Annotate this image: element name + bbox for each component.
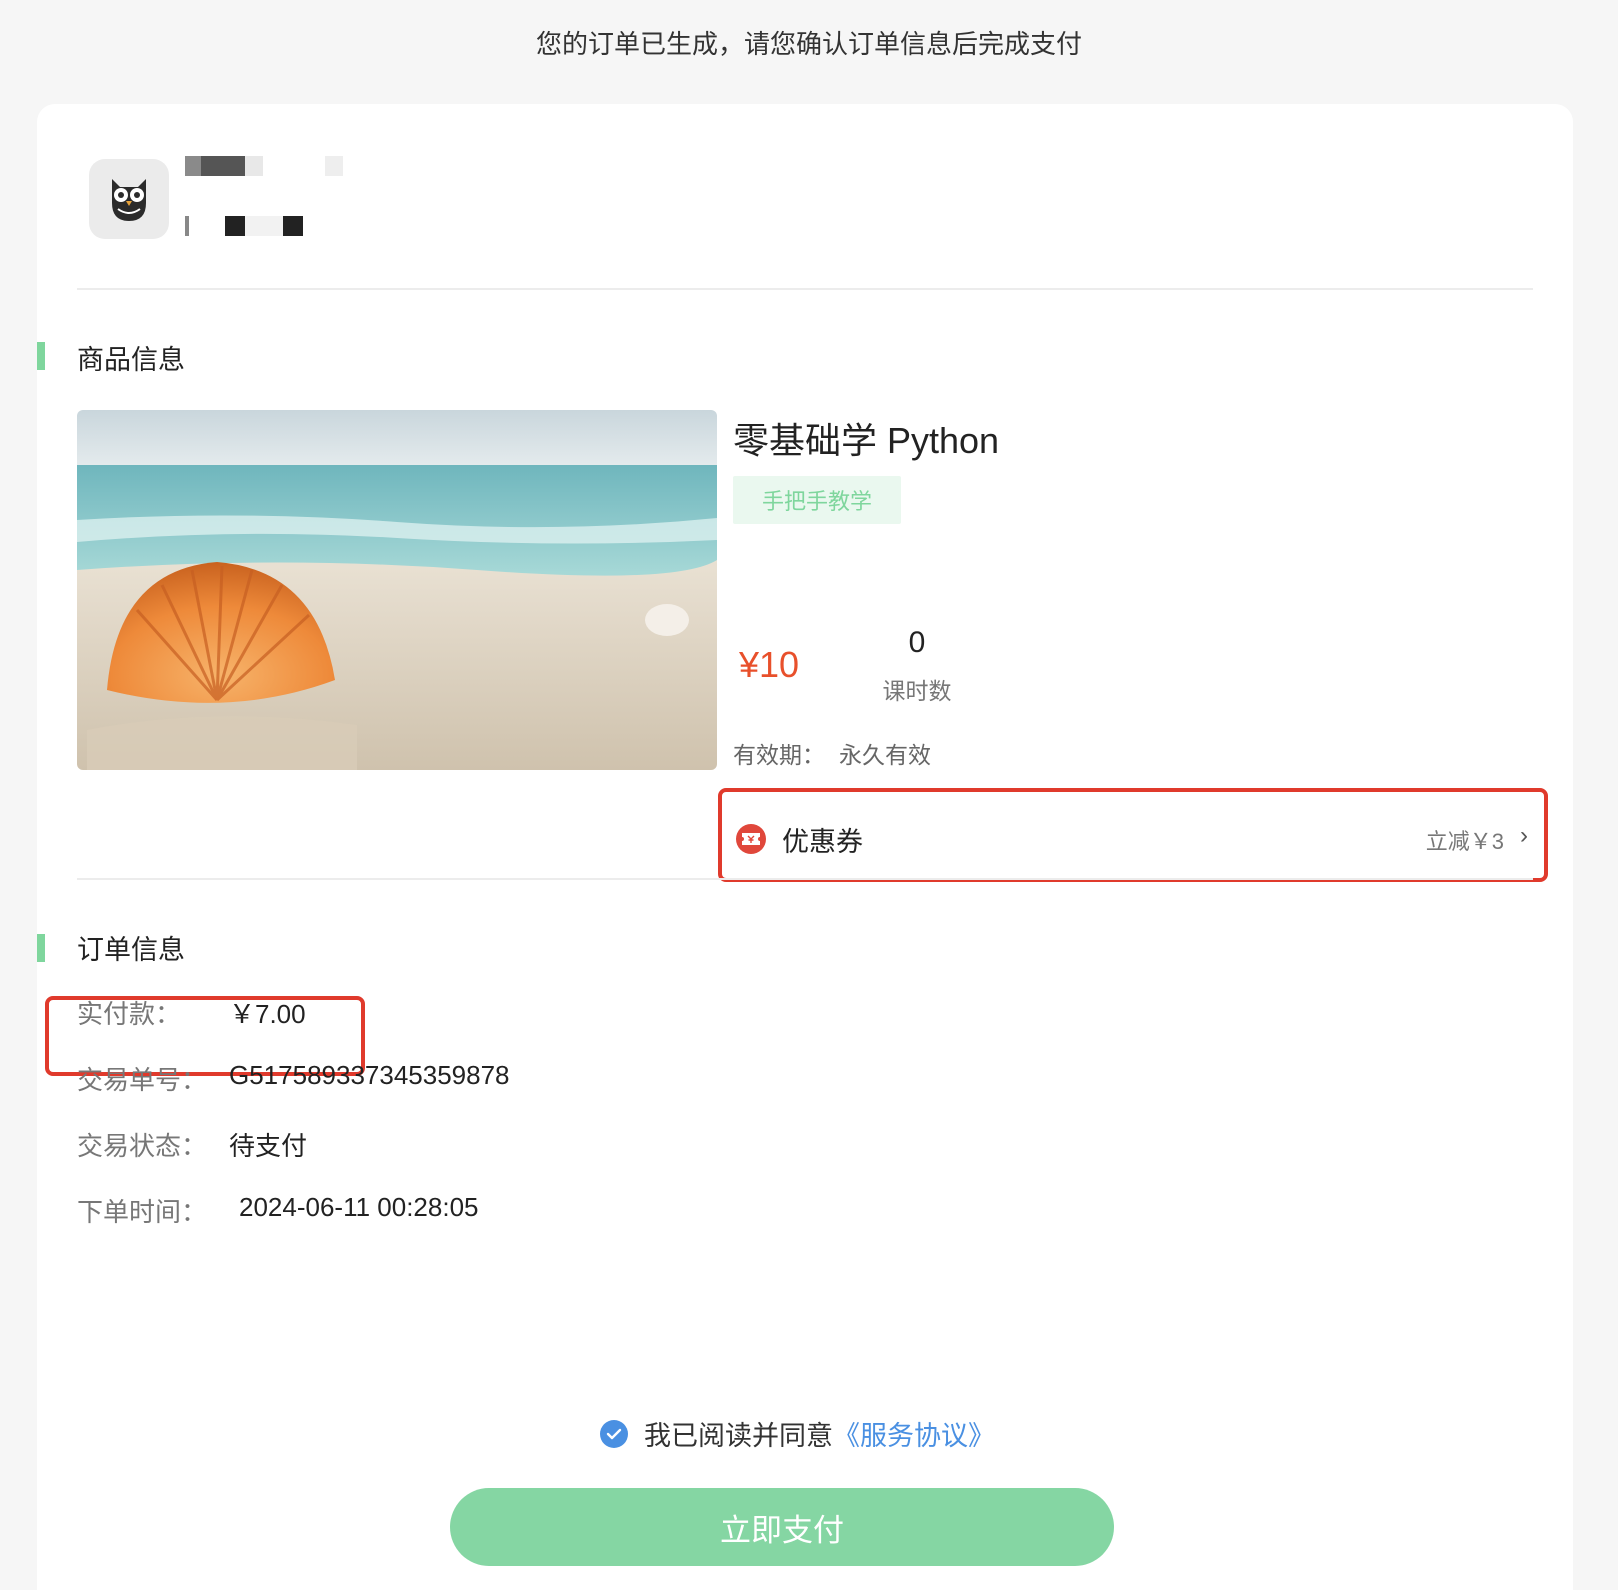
coupon-label: 优惠券 <box>782 827 863 857</box>
shop-subtitle-redacted <box>185 216 355 238</box>
order-notice: 您的订单已生成，请您确认订单信息后完成支付 <box>535 29 1082 59</box>
agreement-checkbox[interactable] <box>600 1419 628 1448</box>
section-accent-bar <box>37 342 45 370</box>
agreement-row: 我已阅读并同意 《服务协议》 <box>600 1414 995 1453</box>
lesson-count-label: 课时数 <box>882 678 952 704</box>
pay-now-button[interactable]: 立即支付 <box>450 1488 1114 1566</box>
agreement-text: 我已阅读并同意 <box>644 1421 833 1451</box>
lesson-count: 0 <box>908 626 926 659</box>
order-time-label: 下单时间： <box>77 1197 208 1227</box>
check-icon <box>606 1428 622 1439</box>
paid-amount-value: ￥7.00 <box>229 999 306 1029</box>
order-time-value: 2024-06-11 00:28:05 <box>239 1192 479 1222</box>
trade-status-value: 待支付 <box>229 1131 308 1161</box>
chevron-right-icon: › <box>1520 822 1528 849</box>
shop-logo <box>89 159 169 239</box>
product-price: ¥10 <box>739 644 800 685</box>
coupon-row[interactable]: 优惠券 立减￥3 › <box>718 788 1548 882</box>
order-card: 商品信息 零基础学 Python 手把手教学 ¥10 0 课时数 有效期： 永久… <box>37 104 1573 1590</box>
divider <box>77 288 1533 290</box>
trade-no-value: G5175893373453598​78 <box>229 1060 510 1090</box>
product-section-title: 商品信息 <box>77 345 185 375</box>
owl-logo-icon <box>112 179 146 221</box>
product-title[interactable]: 零基础学 Python <box>733 412 999 464</box>
product-cover-image <box>77 410 717 770</box>
trade-no-label: 交易单号： <box>77 1065 208 1095</box>
section-accent-bar <box>37 934 45 962</box>
validity-label: 有效期： <box>733 742 825 768</box>
shop-name-redacted <box>185 156 355 178</box>
service-agreement-link[interactable]: 《服务协议》 <box>833 1414 995 1453</box>
coupon-discount-value: 立减￥3 <box>1425 829 1504 854</box>
divider <box>77 878 1533 880</box>
trade-status-label: 交易状态： <box>77 1131 208 1161</box>
order-section-title: 订单信息 <box>77 935 185 965</box>
validity-value: 永久有效 <box>839 742 931 768</box>
coupon-ticket-icon <box>736 824 766 854</box>
paid-amount-label: 实付款： <box>77 999 182 1029</box>
product-tag: 手把手教学 <box>733 476 901 524</box>
